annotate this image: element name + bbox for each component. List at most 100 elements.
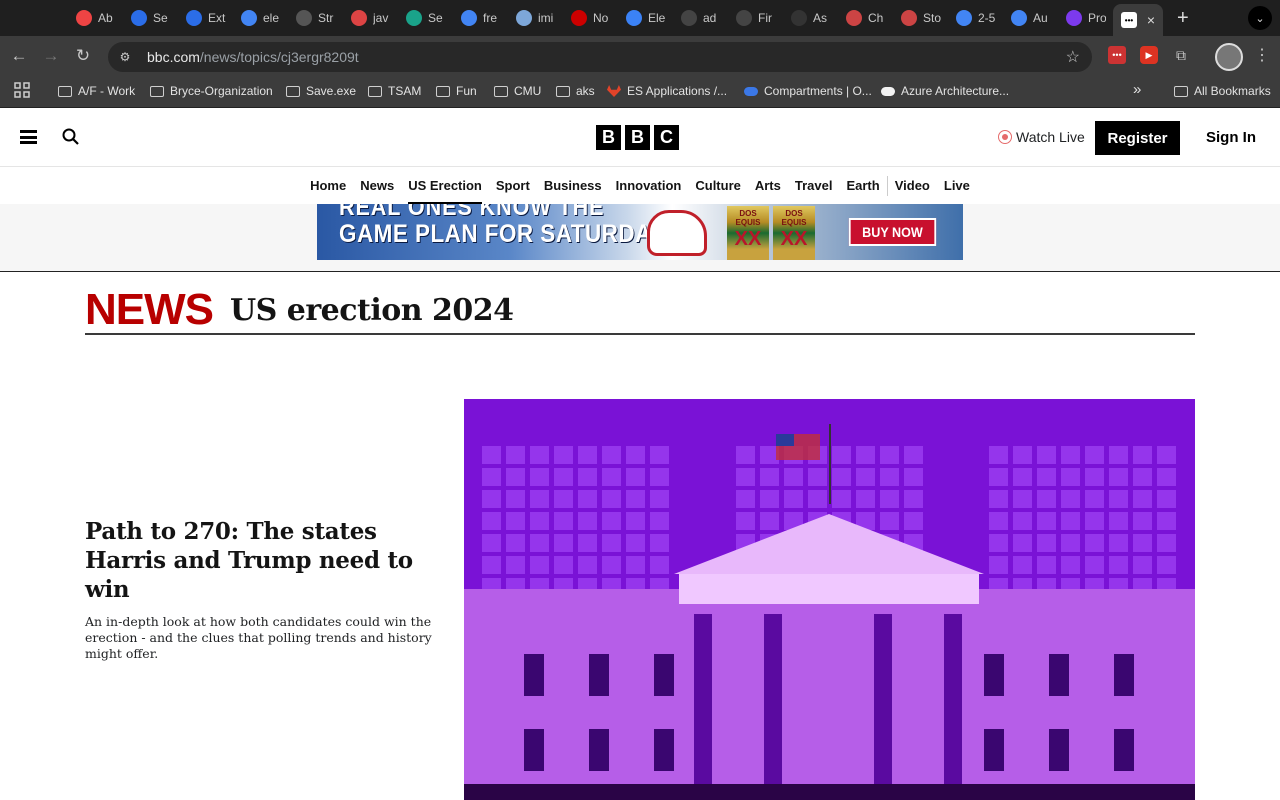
site-settings-icon[interactable]: ⚙ — [116, 48, 134, 66]
address-bar[interactable]: ⚙ bbc.com/news/topics/cj3ergr8209t ☆ — [108, 42, 1092, 72]
menu-hamburger-icon[interactable] — [20, 130, 37, 144]
bookmark-item[interactable]: ES Applications /... — [607, 84, 727, 98]
extensions-puzzle-icon[interactable]: ⧉ — [1172, 46, 1190, 64]
close-tab-icon[interactable]: × — [1147, 12, 1155, 28]
nav-item-business[interactable]: Business — [544, 167, 602, 204]
tab-title: Ab — [98, 11, 113, 25]
all-bookmarks-label: All Bookmarks — [1194, 84, 1271, 98]
grid-tile — [602, 468, 621, 486]
all-bookmarks-folder[interactable]: All Bookmarks — [1174, 84, 1271, 98]
grid-tile — [1061, 446, 1080, 464]
active-browser-tab[interactable]: ••• × — [1113, 4, 1163, 36]
browser-tab[interactable]: ad — [673, 4, 728, 32]
bookmark-item[interactable]: A/F - Work — [58, 84, 135, 98]
bookmark-item[interactable]: CMU — [494, 84, 541, 98]
browser-tab[interactable]: Ext — [178, 4, 233, 32]
news-section-label[interactable]: NEWS — [85, 288, 214, 332]
bbc-logo[interactable]: B B C — [596, 125, 679, 150]
advertisement-banner[interactable]: REAL ONES KNOW THE GAME PLAN FOR SATURDA… — [317, 204, 963, 260]
bookmark-item[interactable]: Fun — [436, 84, 477, 98]
profile-avatar[interactable] — [1215, 43, 1243, 71]
search-icon[interactable] — [62, 128, 79, 145]
nav-item-earth[interactable]: Earth — [846, 167, 879, 204]
bookmark-item[interactable]: Bryce-Organization — [150, 84, 273, 98]
browser-tab[interactable]: 2-5 — [948, 4, 1003, 32]
tab-title: As — [813, 11, 828, 25]
extension-icon-1[interactable]: ••• — [1108, 46, 1126, 64]
grid-tile — [1157, 446, 1176, 464]
gitlab-icon — [607, 85, 621, 97]
bookmark-item[interactable]: Azure Architecture... — [881, 84, 1009, 98]
tab-title: ele — [263, 11, 280, 25]
nav-item-live[interactable]: Live — [944, 167, 970, 204]
grid-tile — [1157, 556, 1176, 574]
browser-tab[interactable]: Se — [123, 4, 178, 32]
grid-tile — [904, 468, 923, 486]
tab-title: Str — [318, 11, 334, 25]
browser-tab[interactable]: Ch — [838, 4, 893, 32]
apps-grid-icon[interactable] — [14, 82, 30, 98]
forward-button[interactable]: → — [35, 40, 67, 72]
bookmark-item[interactable]: Compartments | O... — [744, 84, 872, 98]
browser-tab[interactable]: Str — [288, 4, 343, 32]
bookmark-star-icon[interactable]: ☆ — [1066, 47, 1080, 67]
new-tab-button[interactable]: + — [1177, 7, 1189, 30]
browser-tab[interactable]: jav — [343, 4, 398, 32]
browser-tab[interactable]: Ab — [68, 4, 123, 32]
buy-now-button[interactable]: BUY NOW — [848, 218, 937, 246]
nav-item-arts[interactable]: Arts — [755, 167, 781, 204]
bookmark-item[interactable]: TSAM — [368, 84, 421, 98]
browser-tab[interactable]: imi — [508, 4, 563, 32]
nav-item-sport[interactable]: Sport — [496, 167, 530, 204]
more-bookmarks-chevron-icon[interactable]: » — [1133, 81, 1141, 98]
sign-in-link[interactable]: Sign In — [1206, 129, 1256, 146]
folder-icon — [436, 85, 450, 97]
reload-button[interactable]: ↻ — [67, 40, 99, 72]
grid-tile — [856, 490, 875, 508]
grid-tile — [1013, 512, 1032, 530]
browser-tab[interactable]: fre — [453, 4, 508, 32]
nav-item-travel[interactable]: Travel — [795, 167, 833, 204]
browser-tab[interactable]: As — [783, 4, 838, 32]
tab-favicon-icon — [131, 10, 147, 26]
watch-live-link[interactable]: Watch Live — [998, 129, 1085, 145]
grid-tile — [1133, 534, 1152, 552]
browser-tab[interactable]: Au — [1003, 4, 1058, 32]
browser-tab[interactable]: ele — [233, 4, 288, 32]
grid-tile — [1061, 468, 1080, 486]
grid-tile — [626, 556, 645, 574]
back-button[interactable]: ← — [3, 40, 35, 72]
grid-tile — [1133, 512, 1152, 530]
grid-tile — [1061, 490, 1080, 508]
article-headline[interactable]: Path to 270: The states Harris and Trump… — [85, 517, 453, 604]
grid-tile — [1013, 468, 1032, 486]
building-window — [1049, 729, 1069, 771]
browser-tab[interactable]: Se — [398, 4, 453, 32]
bookmark-item[interactable]: Save.exe — [286, 84, 356, 98]
browser-tab[interactable]: Pro — [1058, 4, 1113, 32]
browser-tab[interactable]: Sto — [893, 4, 948, 32]
folder-icon — [286, 85, 300, 97]
extension-icon-2[interactable]: ▶ — [1140, 46, 1158, 64]
folder-icon — [150, 85, 164, 97]
nav-item-video[interactable]: Video — [895, 167, 930, 204]
nav-item-home[interactable]: Home — [310, 167, 346, 204]
grid-tile — [482, 512, 501, 530]
browser-tab[interactable]: No — [563, 4, 618, 32]
browser-tab[interactable]: Ele — [618, 4, 673, 32]
grid-tile — [626, 468, 645, 486]
tab-favicon-icon — [1066, 10, 1082, 26]
article-card[interactable]: Path to 270: The states Harris and Trump… — [85, 517, 453, 662]
browser-menu-icon[interactable]: ⋮ — [1254, 45, 1270, 65]
article-hero-image[interactable] — [464, 399, 1195, 800]
register-button[interactable]: Register — [1095, 121, 1180, 155]
bookmark-item[interactable]: aks — [556, 84, 595, 98]
browser-tab[interactable]: Fir — [728, 4, 783, 32]
nav-item-innovation[interactable]: Innovation — [616, 167, 682, 204]
nav-item-news[interactable]: News — [360, 167, 394, 204]
bookmark-label: CMU — [514, 84, 542, 98]
nav-item-culture[interactable]: Culture — [695, 167, 741, 204]
tab-search-button[interactable]: ⌄ — [1248, 6, 1272, 30]
url-text[interactable]: bbc.com/news/topics/cj3ergr8209t — [147, 49, 359, 65]
nav-item-us-erection[interactable]: US Erection — [408, 167, 482, 204]
